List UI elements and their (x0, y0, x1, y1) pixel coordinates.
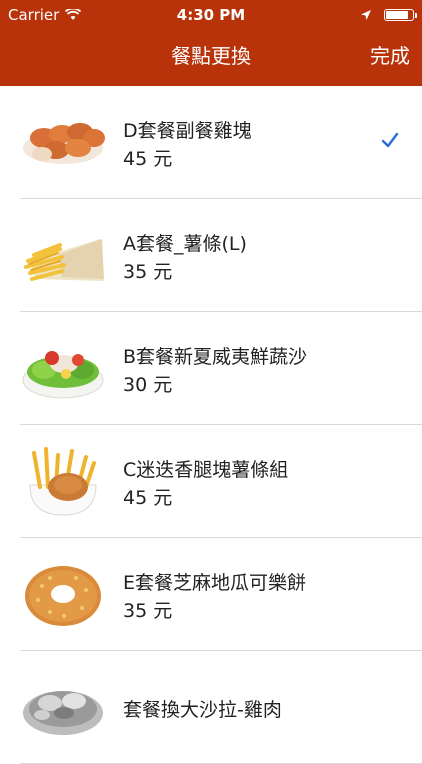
item-price: 45 元 (123, 487, 173, 509)
item-name: C迷迭香腿塊薯條組 (123, 459, 289, 481)
item-price: 35 元 (123, 600, 173, 622)
status-right (360, 0, 417, 30)
chicken-nuggets-icon (23, 123, 105, 164)
location-arrow-icon (361, 10, 371, 20)
item-price: 35 元 (123, 261, 173, 283)
salad-icon (22, 351, 104, 399)
sweet-potato-donut-icon (25, 566, 101, 626)
list-item[interactable]: A套餐_薯條(L) 35 元 (0, 199, 422, 312)
done-button[interactable]: 完成 (370, 38, 410, 74)
item-name: D套餐副餐雞塊 (123, 120, 252, 142)
navigation-header: Carrier 4:30 PM 餐點更換 完成 (0, 0, 422, 86)
checkmark-icon (381, 132, 399, 148)
status-bar: Carrier 4:30 PM (0, 0, 422, 30)
item-name: E套餐芝麻地瓜可樂餅 (123, 572, 307, 594)
list-item[interactable]: E套餐芝麻地瓜可樂餅 35 元 (0, 538, 422, 651)
item-price: 45 元 (123, 148, 173, 170)
list-item[interactable]: 套餐換大沙拉-雞肉 (0, 651, 422, 764)
french-fries-icon (24, 239, 104, 281)
list-item[interactable]: B套餐新夏威夷鮮蔬沙 30 元 (0, 312, 422, 425)
battery-icon (384, 9, 417, 21)
page-title: 餐點更換 (171, 44, 251, 68)
item-price: 30 元 (123, 374, 173, 396)
item-name: B套餐新夏威夷鮮蔬沙 (123, 346, 308, 368)
item-name: A套餐_薯條(L) (123, 233, 247, 255)
meal-option-list: D套餐副餐雞塊 45 元 A套餐_薯條(L) 35 元 B套餐新夏威夷鮮蔬沙 3… (0, 86, 422, 764)
list-item[interactable]: C迷迭香腿塊薯條組 45 元 (0, 425, 422, 538)
item-name: 套餐換大沙拉-雞肉 (123, 699, 282, 721)
chicken-salad-icon (23, 691, 103, 735)
status-time: 4:30 PM (176, 6, 246, 24)
fries-chicken-combo-icon (29, 447, 97, 516)
list-item[interactable]: D套餐副餐雞塊 45 元 (0, 86, 422, 199)
